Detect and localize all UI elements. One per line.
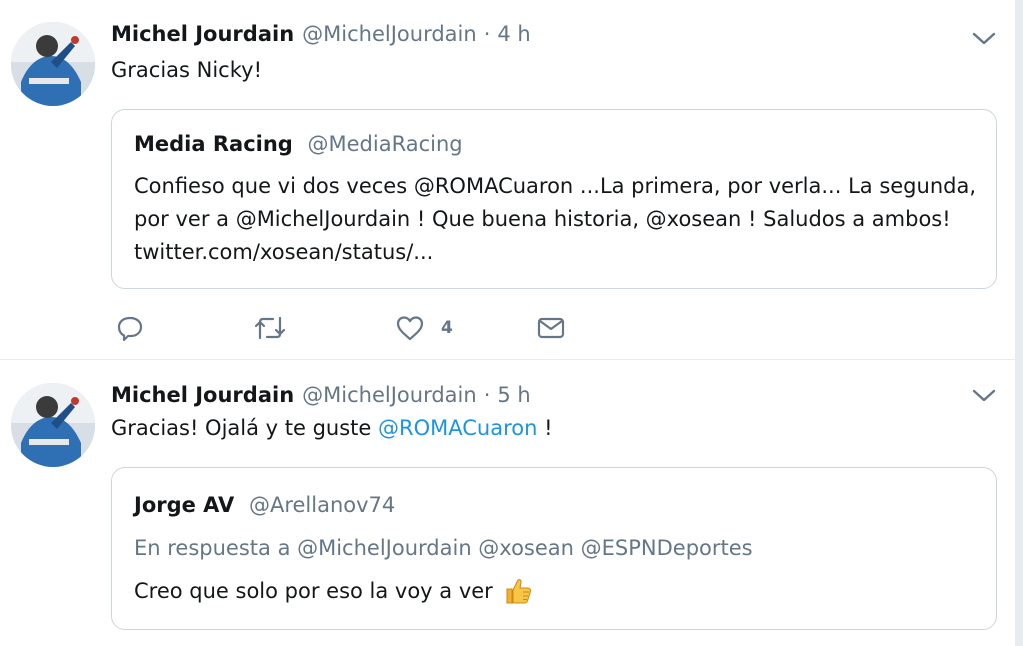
fullname[interactable]: Michel Jourdain [111, 22, 294, 46]
quoted-username: @MediaRacing [307, 132, 463, 156]
username[interactable]: @MichelJourdain [302, 22, 477, 46]
tweet[interactable]: Michel Jourdain @MichelJourdain · 5 h Gr… [0, 361, 1015, 646]
reply-icon [117, 316, 143, 342]
chevron-down-icon[interactable] [971, 387, 997, 405]
username[interactable]: @MichelJourdain [302, 383, 477, 407]
like-count: 4 [441, 318, 453, 338]
scrollbar-track[interactable] [1015, 0, 1023, 646]
reply-context: En respuesta a @MichelJourdain @xosean @… [134, 536, 753, 560]
tweet-header: Michel Jourdain @MichelJourdain · 5 h [111, 383, 531, 411]
tweet-text: Gracias Nicky! [111, 58, 262, 82]
avatar[interactable] [11, 383, 95, 467]
separator-dot: · [483, 22, 491, 46]
quoted-username: @Arellanov74 [248, 493, 396, 517]
retweet-icon [254, 316, 286, 340]
quoted-tweet-header: Jorge AV @Arellanov74 [134, 493, 395, 517]
timestamp[interactable]: 5 h [497, 383, 530, 407]
tweet-header: Michel Jourdain @MichelJourdain · 4 h [111, 22, 531, 50]
quoted-tweet-text-row: Creo que solo por eso la voy a ver [134, 576, 533, 606]
direct-message-button[interactable] [536, 312, 566, 344]
tweet-text-end: ! [537, 416, 553, 440]
quoted-fullname: Media Racing [134, 132, 293, 156]
reply-button[interactable] [115, 312, 145, 344]
tweet-actions: 4 [111, 312, 591, 344]
chevron-down-icon[interactable] [971, 30, 997, 48]
quoted-tweet[interactable]: Media Racing @MediaRacing Confieso que v… [111, 109, 997, 289]
quoted-tweet[interactable]: Jorge AV @Arellanov74 En respuesta a @Mi… [111, 467, 997, 630]
quoted-fullname: Jorge AV [134, 493, 235, 517]
avatar-photo [11, 383, 95, 467]
envelope-icon [537, 317, 565, 339]
tweet[interactable]: Michel Jourdain @MichelJourdain · 4 h Gr… [0, 0, 1015, 360]
timeline: Michel Jourdain @MichelJourdain · 4 h Gr… [0, 0, 1023, 646]
mention-link[interactable]: @ROMACuaron [378, 416, 537, 440]
separator-dot: · [483, 383, 491, 407]
quoted-tweet-text: Creo que solo por eso la voy a ver [134, 579, 493, 603]
quoted-tweet-header: Media Racing @MediaRacing [134, 132, 463, 156]
tweet-text-start: Gracias! Ojalá y te guste [111, 416, 379, 440]
retweet-button[interactable] [253, 312, 287, 344]
avatar[interactable] [11, 22, 95, 106]
timestamp[interactable]: 4 h [497, 22, 530, 46]
like-button[interactable]: 4 [395, 312, 453, 344]
fullname[interactable]: Michel Jourdain [111, 383, 294, 407]
quoted-tweet-text: Confieso que vi dos veces @ROMACuaron ..… [134, 174, 977, 264]
heart-icon [396, 316, 424, 341]
avatar-photo [11, 22, 95, 106]
thumbs-up-icon [503, 576, 533, 606]
tweet-text: Gracias! Ojalá y te guste @ROMACuaron ! [111, 416, 553, 440]
